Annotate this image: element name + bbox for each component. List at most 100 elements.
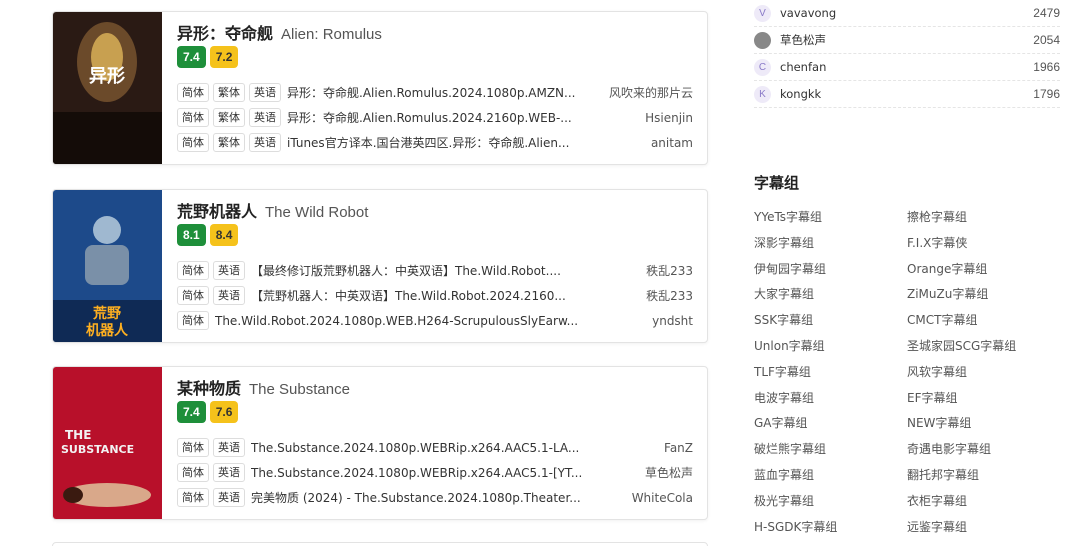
subtitle-group-link[interactable]: Unlon字幕组 xyxy=(754,337,907,363)
subtitle-link[interactable]: 【荒野机器人：中英双语】The.Wild.Robot.2024.2160... xyxy=(251,287,634,304)
movie-title-cn[interactable]: 异形：夺命舰 xyxy=(177,20,273,44)
subtitle-group-link[interactable]: GA字幕组 xyxy=(754,414,907,440)
svg-text:荒野: 荒野 xyxy=(92,305,121,322)
subtitle-group-link[interactable]: 深影字幕组 xyxy=(754,234,907,260)
rating-badge: 7.2 xyxy=(209,46,239,68)
subtitle-group-link[interactable]: 衣柜字幕组 xyxy=(907,492,1054,518)
movie-title-cn[interactable]: 荒野机器人 xyxy=(177,198,257,222)
subtitle-row[interactable]: 简体 繁体 英语 异形：夺命舰.Alien.Romulus.2024.1080p… xyxy=(177,80,693,105)
subtitle-row[interactable]: 简体 英语 完美物质 (2024) - The.Substance.2024.1… xyxy=(177,485,693,510)
language-tag: 简体 xyxy=(177,133,209,152)
subtitle-group-link[interactable]: 擦枪字幕组 xyxy=(907,208,1054,234)
subtitle-group-link[interactable]: 奇遇电影字幕组 xyxy=(907,440,1054,466)
subtitle-row[interactable]: 简体 英语 The.Substance.2024.1080p.WEBRip.x2… xyxy=(177,435,693,460)
subtitle-group-link[interactable]: 伊甸园字幕组 xyxy=(754,260,907,286)
uploader-ranking: V vavavong 2479 草色松声 2054 C chenfan 1966… xyxy=(754,0,1060,108)
subtitle-group-link[interactable]: NEW字幕组 xyxy=(907,414,1054,440)
subtitle-link[interactable]: 完美物质 (2024) - The.Substance.2024.1080p.T… xyxy=(251,489,620,506)
uploader-link[interactable]: 风吹来的那片云 xyxy=(609,84,693,101)
subtitle-row[interactable]: 简体 繁体 英语 iTunes官方译本.国台港英四区.异形：夺命舰.Alien.… xyxy=(177,130,693,155)
subtitle-link[interactable]: The.Substance.2024.1080p.WEBRip.x264.AAC… xyxy=(251,466,633,480)
movie-poster[interactable]: THE SUBSTANCE xyxy=(53,367,162,519)
uploader-link[interactable]: 草色松声 xyxy=(645,464,693,481)
language-tag: 英语 xyxy=(249,108,281,127)
subtitle-link[interactable]: 异形：夺命舰.Alien.Romulus.2024.1080p.AMZN... xyxy=(287,84,597,101)
uploader-link[interactable]: WhiteCola xyxy=(632,491,693,505)
subtitle-row[interactable]: 简体 英语 【最终修订版荒野机器人：中英双语】The.Wild.Robot...… xyxy=(177,258,693,283)
subtitle-group-link[interactable]: SSK字幕组 xyxy=(754,311,907,337)
ranking-row[interactable]: V vavavong 2479 xyxy=(754,0,1060,27)
language-tag: 简体 xyxy=(177,83,209,102)
ranking-row[interactable]: 草色松声 2054 xyxy=(754,27,1060,54)
rating-badge: 7.4 xyxy=(177,46,206,68)
uploader-name[interactable]: chenfan xyxy=(780,60,1033,74)
uploader-name[interactable]: 草色松声 xyxy=(780,32,1033,48)
subtitle-group-link[interactable]: H-SGDK字幕组 xyxy=(754,518,907,544)
uploader-link[interactable]: Hsienjin xyxy=(645,111,693,125)
upload-count: 1796 xyxy=(1033,87,1060,101)
uploader-link[interactable]: 秩乱233 xyxy=(646,262,693,279)
upload-count: 1966 xyxy=(1033,60,1060,74)
language-tag: 繁体 xyxy=(213,133,245,152)
subtitle-row[interactable]: 简体 英语 【荒野机器人：中英双语】The.Wild.Robot.2024.21… xyxy=(177,283,693,308)
upload-count: 2054 xyxy=(1033,33,1060,47)
subtitle-group-link[interactable]: 极光字幕组 xyxy=(754,492,907,518)
subtitle-row[interactable]: 简体 繁体 英语 异形：夺命舰.Alien.Romulus.2024.2160p… xyxy=(177,105,693,130)
movie-title-en[interactable]: The Wild Robot xyxy=(265,204,368,221)
subtitle-row[interactable]: 简体 The.Wild.Robot.2024.1080p.WEB.H264-Sc… xyxy=(177,308,693,333)
subtitle-group-link[interactable]: YYeTs字幕组 xyxy=(754,208,907,234)
rating-badge: 8.1 xyxy=(177,224,206,246)
avatar: C xyxy=(754,58,771,76)
subtitle-link[interactable]: The.Substance.2024.1080p.WEBRip.x264.AAC… xyxy=(251,441,652,455)
subtitle-link[interactable]: iTunes官方译本.国台港英四区.异形：夺命舰.Alien... xyxy=(287,134,639,151)
movie-poster[interactable]: 荒野 机器人 xyxy=(53,190,162,342)
movie-poster[interactable]: 异形 xyxy=(53,12,162,164)
section-title: 字幕组 xyxy=(754,174,800,192)
subtitle-link[interactable]: 异形：夺命舰.Alien.Romulus.2024.2160p.WEB-... xyxy=(287,109,633,126)
uploader-link[interactable]: 秩乱233 xyxy=(646,287,693,304)
subtitle-group-link[interactable]: TLF字幕组 xyxy=(754,363,907,389)
subtitle-group-list: YYeTs字幕组 擦枪字幕组 深影字幕组 F.I.X字幕侠 伊甸园字幕组 Ora… xyxy=(754,208,1054,543)
uploader-link[interactable]: yndsht xyxy=(652,314,693,328)
uploader-name[interactable]: vavavong xyxy=(780,6,1033,20)
language-tag: 繁体 xyxy=(213,83,245,102)
subtitle-link[interactable]: The.Wild.Robot.2024.1080p.WEB.H264-Scrup… xyxy=(215,314,640,328)
subtitle-group-link[interactable]: Orange字幕组 xyxy=(907,260,1054,286)
svg-text:异形: 异形 xyxy=(89,66,125,87)
movie-title-en[interactable]: The Substance xyxy=(249,381,350,398)
subtitle-group-link[interactable]: CMCT字幕组 xyxy=(907,311,1054,337)
subtitle-group-link[interactable]: 远鉴字幕组 xyxy=(907,518,1054,544)
movie-card[interactable] xyxy=(52,542,708,546)
subtitle-group-link[interactable]: ZiMuZu字幕组 xyxy=(907,285,1054,311)
ranking-row[interactable]: K kongkk 1796 xyxy=(754,81,1060,108)
subtitle-group-link[interactable]: 电波字幕组 xyxy=(754,389,907,415)
subtitle-group-link[interactable]: 圣城家园SCG字幕组 xyxy=(907,337,1054,363)
subtitle-row[interactable]: 简体 英语 The.Substance.2024.1080p.WEBRip.x2… xyxy=(177,460,693,485)
language-tag: 简体 xyxy=(177,488,209,507)
movie-card[interactable]: THE SUBSTANCE 某种物质 The Substance 7.4 7.6… xyxy=(52,366,708,520)
avatar: V xyxy=(754,4,771,22)
movie-card[interactable]: 异形 异形：夺命舰 Alien: Romulus 7.4 7.2 简体 繁体 英… xyxy=(52,11,708,165)
avatar xyxy=(754,31,771,49)
language-tag: 英语 xyxy=(213,286,245,305)
uploader-link[interactable]: FanZ xyxy=(664,441,693,455)
language-tag: 英语 xyxy=(249,83,281,102)
movie-title-en[interactable]: Alien: Romulus xyxy=(281,26,382,43)
subtitle-group-link[interactable]: F.I.X字幕侠 xyxy=(907,234,1054,260)
uploader-name[interactable]: kongkk xyxy=(780,87,1033,101)
subtitle-group-link[interactable]: 大家字幕组 xyxy=(754,285,907,311)
subtitle-group-link[interactable]: 风软字幕组 xyxy=(907,363,1054,389)
language-tag: 简体 xyxy=(177,311,209,330)
subtitle-group-link[interactable]: 翻托邦字幕组 xyxy=(907,466,1054,492)
movie-title-cn[interactable]: 某种物质 xyxy=(177,375,241,399)
subtitle-link[interactable]: 【最终修订版荒野机器人：中英双语】The.Wild.Robot.... xyxy=(251,262,634,279)
subtitle-group-link[interactable]: EF字幕组 xyxy=(907,389,1054,415)
ranking-row[interactable]: C chenfan 1966 xyxy=(754,54,1060,81)
subtitle-group-link[interactable]: 破烂熊字幕组 xyxy=(754,440,907,466)
language-tag: 英语 xyxy=(213,488,245,507)
subtitle-group-link[interactable]: 蓝血字幕组 xyxy=(754,466,907,492)
uploader-link[interactable]: anitam xyxy=(651,136,693,150)
movie-card[interactable]: 荒野 机器人 荒野机器人 The Wild Robot 8.1 8.4 简体 英… xyxy=(52,189,708,343)
svg-text:机器人: 机器人 xyxy=(86,322,129,339)
language-tag: 简体 xyxy=(177,286,209,305)
